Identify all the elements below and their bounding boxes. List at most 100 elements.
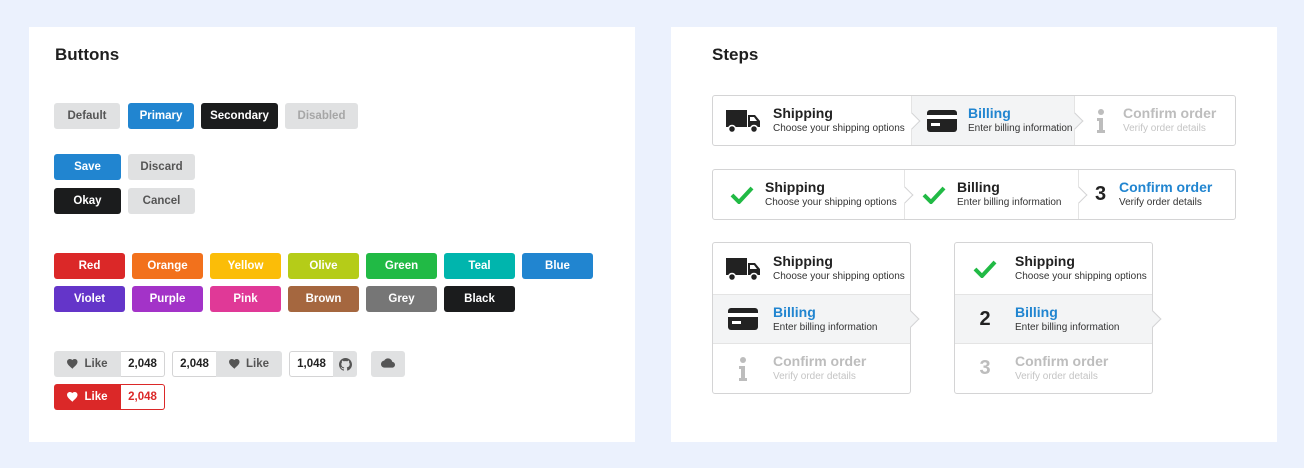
step-billing[interactable]: Billing Enter billing information [713, 294, 920, 343]
step-title: Shipping [765, 179, 825, 195]
step-title: Billing [968, 105, 1011, 121]
like-count: 2,048 [172, 351, 216, 377]
credit-card-icon [725, 308, 761, 330]
steps-horizontal-completed: Shipping Choose your shipping options Bi… [712, 169, 1236, 220]
step-description: Enter billing information [773, 321, 878, 333]
step-number-wrap: 2 [967, 308, 1003, 331]
checkmark-icon [729, 186, 755, 204]
checkmark-icon [967, 260, 1003, 278]
step-description: Choose your shipping options [773, 271, 905, 282]
disabled-button: Disabled [285, 103, 358, 129]
step-title: Shipping [773, 105, 833, 121]
orange-button[interactable]: Orange [132, 253, 203, 279]
step-confirm-order: Confirm order Verify order details [1074, 96, 1235, 145]
step-shipping[interactable]: Shipping Choose your shipping options [713, 96, 921, 145]
info-icon [725, 356, 761, 381]
step-description: Enter billing information [1015, 321, 1120, 333]
step-description: Choose your shipping options [1015, 271, 1147, 282]
step-shipping[interactable]: Shipping Choose your shipping options [713, 243, 910, 294]
violet-button[interactable]: Violet [54, 286, 125, 312]
heart-icon [229, 359, 240, 369]
like-button[interactable]: Like [54, 351, 121, 377]
github-button-group[interactable]: 1,048 [289, 351, 357, 377]
steps-vertical-ordered: Shipping Choose your shipping options 2 … [954, 242, 1162, 394]
step-confirm-order: 3 Confirm order Verify order details [955, 343, 1152, 393]
buttons-panel: Buttons Default Primary Secondary Disabl… [29, 27, 635, 442]
like-count: 2,048 [121, 384, 165, 410]
like-button-group[interactable]: Like 2,048 [54, 351, 165, 377]
step-title: Confirm order [1119, 179, 1213, 195]
cloud-button[interactable] [371, 351, 405, 377]
discard-button[interactable]: Discard [128, 154, 195, 180]
github-count: 1,048 [289, 351, 333, 377]
step-confirm-active[interactable]: 3 Confirm order Verify order details [1078, 170, 1235, 219]
purple-button[interactable]: Purple [132, 286, 203, 312]
brown-button[interactable]: Brown [288, 286, 359, 312]
yellow-button[interactable]: Yellow [210, 253, 281, 279]
red-button[interactable]: Red [54, 253, 125, 279]
step-number: 3 [979, 357, 991, 379]
step-arrow [1144, 310, 1162, 328]
step-billing[interactable]: Billing Enter billing information [911, 96, 1084, 145]
cancel-button[interactable]: Cancel [128, 188, 195, 214]
panel-title: Steps [712, 45, 759, 64]
teal-button[interactable]: Teal [444, 253, 515, 279]
cloud-icon [381, 357, 395, 371]
step-number: 2 [979, 307, 991, 330]
secondary-button[interactable]: Secondary [201, 103, 278, 129]
step-description: Verify order details [1119, 197, 1202, 208]
step-description: Verify order details [773, 371, 856, 382]
step-title: Shipping [773, 253, 833, 269]
step-title: Confirm order [1123, 105, 1217, 121]
primary-button[interactable]: Primary [128, 103, 194, 129]
step-arrow [902, 310, 920, 328]
step-description: Choose your shipping options [773, 123, 905, 134]
like-button[interactable]: Like [216, 351, 282, 377]
checkmark-icon [921, 186, 947, 204]
step-billing-completed[interactable]: Billing Enter billing information [904, 170, 1088, 219]
step-title: Confirm order [1015, 353, 1109, 369]
step-description: Verify order details [1015, 371, 1098, 382]
step-shipping-completed[interactable]: Shipping Choose your shipping options [955, 243, 1152, 294]
steps-panel: Steps Shipping Choose your shipping opti… [671, 27, 1277, 442]
step-title: Shipping [1015, 253, 1075, 269]
like-button-group-red[interactable]: Like 2,048 [54, 384, 165, 410]
step-description: Verify order details [1123, 123, 1206, 134]
green-button[interactable]: Green [366, 253, 437, 279]
steps-horizontal-icons: Shipping Choose your shipping options Bi… [712, 95, 1236, 146]
like-button-group-left-label[interactable]: 2,048 Like [172, 351, 282, 377]
github-icon [338, 357, 352, 371]
okay-button[interactable]: Okay [54, 188, 121, 214]
step-title: Confirm order [773, 353, 867, 369]
panel-title: Buttons [55, 45, 120, 64]
like-button-red[interactable]: Like [54, 384, 121, 410]
olive-button[interactable]: Olive [288, 253, 359, 279]
truck-icon [725, 256, 761, 282]
like-count: 2,048 [121, 351, 165, 377]
like-label: Like [245, 358, 269, 370]
like-label: Like [84, 358, 108, 370]
blue-button[interactable]: Blue [522, 253, 593, 279]
save-button[interactable]: Save [54, 154, 121, 180]
default-button[interactable]: Default [54, 103, 120, 129]
step-title: Billing [773, 303, 816, 320]
heart-icon [67, 359, 78, 369]
like-label: Like [84, 391, 108, 403]
pink-button[interactable]: Pink [210, 286, 281, 312]
steps-vertical-icons: Shipping Choose your shipping options Bi… [712, 242, 920, 394]
step-shipping-completed[interactable]: Shipping Choose your shipping options [713, 170, 914, 219]
step-description: Enter billing information [957, 197, 1062, 208]
step-number-wrap: 3 [967, 357, 1003, 380]
info-icon [1087, 108, 1115, 133]
step-number: 3 [1095, 183, 1107, 205]
step-confirm-order: Confirm order Verify order details [713, 343, 910, 393]
step-title: Billing [1015, 303, 1058, 320]
grey-button[interactable]: Grey [366, 286, 437, 312]
step-title: Billing [957, 179, 1000, 195]
truck-icon [725, 108, 761, 134]
step-billing[interactable]: 2 Billing Enter billing information [955, 294, 1162, 343]
github-button[interactable] [333, 351, 357, 377]
step-description: Enter billing information [968, 123, 1073, 134]
black-button[interactable]: Black [444, 286, 515, 312]
heart-icon [67, 392, 78, 402]
